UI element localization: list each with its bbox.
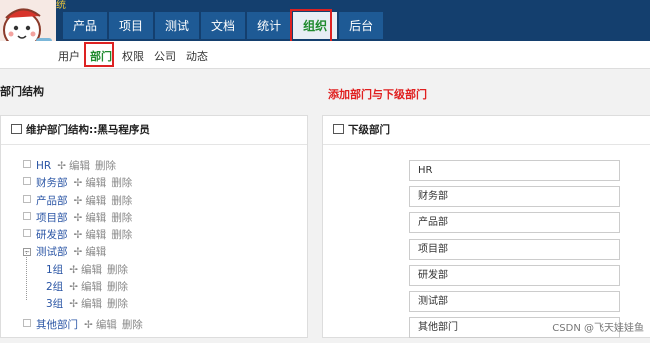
delete-link[interactable]: 删除	[111, 195, 132, 207]
collapse-toggle-icon[interactable]: −	[23, 248, 31, 257]
tree-node-label[interactable]: 研发部	[36, 229, 68, 241]
delete-link[interactable]: 删除	[107, 298, 128, 310]
tree-node: − 测试部 ✢ 编辑	[23, 244, 148, 261]
dept-tree: HR ✢ 编辑 删除 财务部 ✢ 编辑 删除 产品部 ✢ 编辑 删除 项目部 ✢ 编辑 删除 研发部 ✢ 编…	[23, 158, 148, 334]
delete-link[interactable]: 删除	[107, 281, 128, 293]
tree-node-label[interactable]: 测试部	[36, 246, 68, 258]
section-title: 部门结构	[0, 85, 44, 98]
move-icon[interactable]: ✢	[74, 229, 83, 241]
edit-link[interactable]: 编辑	[85, 177, 106, 189]
delete-link[interactable]: 删除	[111, 177, 132, 189]
sub-nav-permission[interactable]: 权限	[122, 48, 144, 64]
sub-dept-panel-header: 下级部门	[323, 116, 650, 145]
tree-bullet-icon	[23, 211, 31, 220]
move-icon[interactable]: ✢	[69, 264, 78, 276]
edit-link[interactable]: 编辑	[96, 319, 117, 331]
dept-tree-panel-header: 维护部门结构::黑马程序员	[1, 116, 307, 145]
top-nav-project[interactable]: 项目	[109, 12, 154, 39]
sub-nav-company[interactable]: 公司	[154, 48, 176, 64]
sitemap-icon	[11, 124, 22, 134]
sub-dept-input[interactable]: 产品部	[409, 212, 620, 234]
sub-dept-input[interactable]: HR	[409, 160, 620, 181]
delete-link[interactable]: 删除	[95, 160, 116, 172]
move-icon[interactable]: ✢	[74, 195, 83, 207]
watermark: CSDN @飞天娃娃鱼	[552, 323, 644, 334]
move-icon[interactable]: ✢	[69, 298, 78, 310]
dept-tree-panel: 维护部门结构::黑马程序员 HR ✢ 编辑 删除 财务部 ✢ 编辑 删除 产品部 ✢ 编辑 删除 …	[0, 115, 308, 338]
tree-child-node: 2组 ✢ 编辑 删除	[23, 279, 148, 296]
tree-node: 财务部 ✢ 编辑 删除	[23, 175, 148, 192]
top-nav-test[interactable]: 测试	[155, 12, 200, 39]
delete-link[interactable]: 删除	[111, 212, 132, 224]
sub-nav: 用户 部门 权限 公司 动态	[58, 48, 218, 64]
move-icon[interactable]: ✢	[74, 177, 83, 189]
sitemap-icon	[333, 124, 344, 134]
move-icon[interactable]: ✢	[74, 212, 83, 224]
tree-node: 产品部 ✢ 编辑 删除	[23, 193, 148, 210]
edit-link[interactable]: 编辑	[81, 298, 102, 310]
edit-link[interactable]: 编辑	[81, 281, 102, 293]
sub-dept-input[interactable]: 财务部	[409, 186, 620, 208]
tree-node-label[interactable]: 2组	[46, 281, 63, 293]
tree-node: HR ✢ 编辑 删除	[23, 158, 148, 175]
sub-dept-input[interactable]: 项目部	[409, 238, 620, 260]
sub-nav-activity[interactable]: 动态	[186, 48, 208, 64]
edit-link[interactable]: 编辑	[85, 195, 106, 207]
edit-link[interactable]: 编辑	[69, 160, 90, 172]
top-nav-doc[interactable]: 文档	[201, 12, 246, 39]
top-nav: 产品 项目 测试 文档 统计 组织 后台	[63, 12, 385, 39]
red-annotation: 添加部门与下级部门	[328, 88, 427, 101]
sub-dept-input[interactable]: 研发部	[409, 264, 620, 286]
move-icon[interactable]: ✢	[74, 246, 83, 258]
tree-bullet-icon	[23, 229, 31, 238]
sub-dept-panel: 下级部门 HR 财务部 产品部 项目部 研发部 测试部 其他部门	[322, 115, 650, 339]
tree-node: 项目部 ✢ 编辑 删除	[23, 210, 148, 227]
delete-link[interactable]: 删除	[111, 229, 132, 241]
tree-bullet-icon	[23, 160, 31, 168]
tree-node-label[interactable]: 3组	[46, 298, 63, 310]
top-nav-stats[interactable]: 统计	[247, 12, 292, 39]
edit-link[interactable]: 编辑	[81, 264, 102, 276]
sub-dept-inputs: HR 财务部 产品部 项目部 研发部 测试部 其他部门	[409, 160, 620, 343]
tree-node-label[interactable]: 项目部	[36, 212, 68, 224]
move-icon[interactable]: ✢	[57, 160, 66, 172]
move-icon[interactable]: ✢	[69, 281, 78, 293]
tree-bullet-icon	[23, 177, 31, 186]
tree-node-label[interactable]: 1组	[46, 264, 63, 276]
tree-child-node: 1组 ✢ 编辑 删除	[23, 262, 148, 279]
top-nav-highlight-box	[290, 9, 332, 43]
tree-node-label[interactable]: 财务部	[36, 177, 68, 189]
edit-link[interactable]: 编辑	[85, 212, 106, 224]
tree-child-node: 3组 ✢ 编辑 删除	[23, 296, 148, 313]
tree-node: 研发部 ✢ 编辑 删除	[23, 227, 148, 244]
top-nav-admin[interactable]: 后台	[339, 12, 384, 39]
dept-tree-panel-title: 维护部门结构::黑马程序员	[26, 124, 150, 136]
sub-nav-user[interactable]: 用户	[58, 48, 80, 64]
edit-link[interactable]: 编辑	[85, 229, 106, 241]
tree-node-label[interactable]: 其他部门	[36, 319, 78, 331]
top-nav-product[interactable]: 产品	[63, 12, 108, 39]
sub-dept-panel-title: 下级部门	[348, 124, 390, 136]
sub-dept-input[interactable]: 测试部	[409, 290, 620, 312]
edit-link[interactable]: 编辑	[85, 246, 106, 258]
delete-link[interactable]: 删除	[107, 264, 128, 276]
sub-nav-highlight-box	[84, 42, 114, 67]
tree-bullet-icon	[23, 194, 31, 203]
tree-bullet-icon	[23, 318, 31, 327]
move-icon[interactable]: ✢	[84, 319, 93, 331]
tree-node-label[interactable]: HR	[36, 160, 51, 172]
tree-node: 其他部门 ✢ 编辑 删除	[23, 317, 148, 334]
delete-link[interactable]: 删除	[122, 319, 143, 331]
tree-node-label[interactable]: 产品部	[36, 195, 68, 207]
